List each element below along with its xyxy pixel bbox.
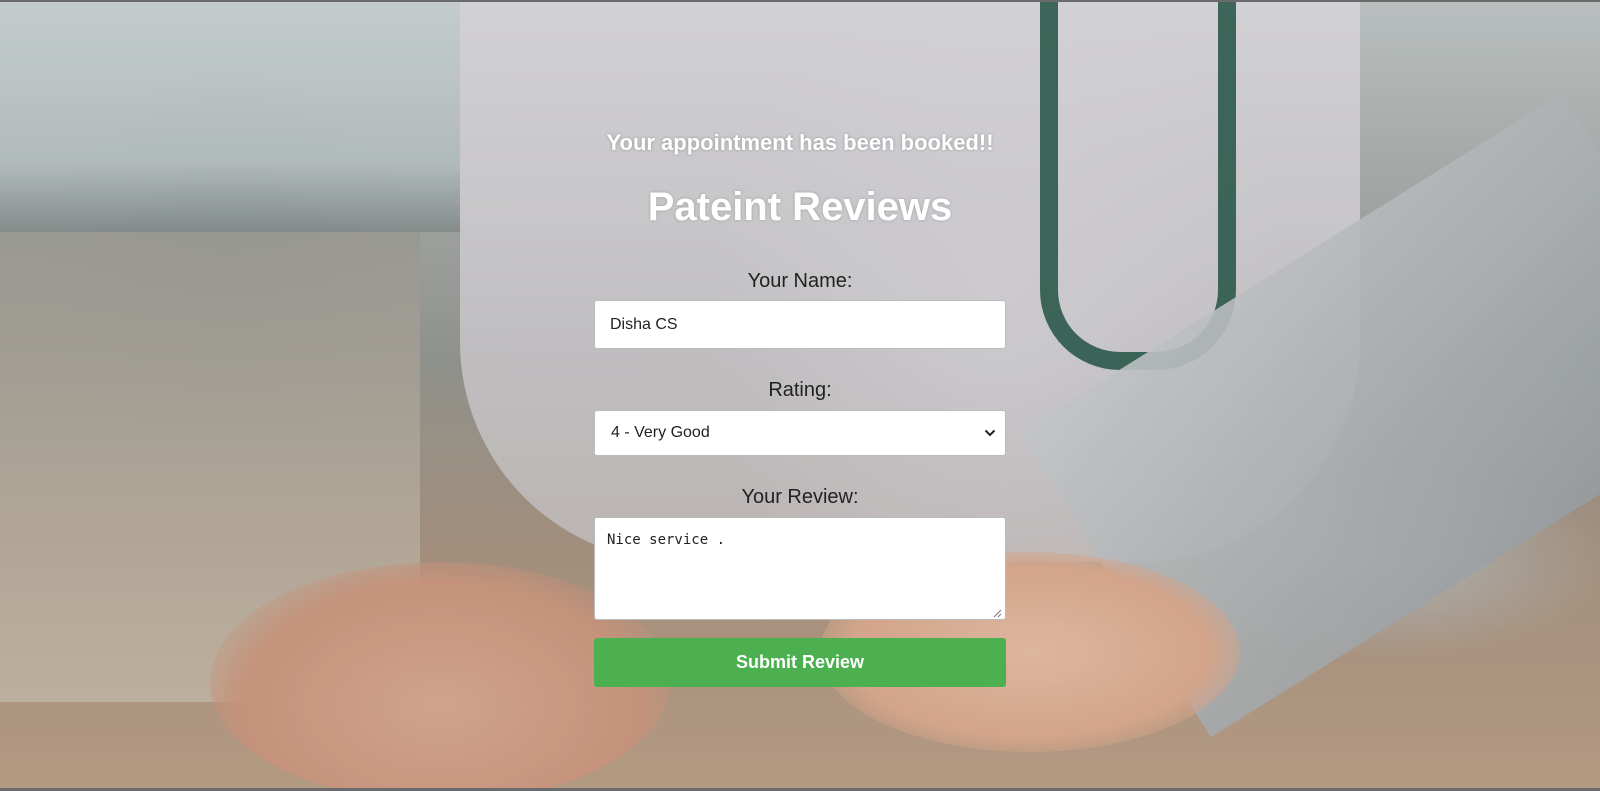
submit-review-button[interactable]: Submit Review (594, 638, 1006, 687)
resize-grip-icon[interactable] (992, 608, 1002, 618)
app-window: Your appointment has been booked!! Patei… (0, 0, 1600, 791)
rating-select[interactable]: 4 - Very Good (594, 410, 1006, 456)
chevron-down-icon (984, 429, 996, 437)
booking-confirmation-message: Your appointment has been booked!! (606, 130, 994, 155)
review-label: Your Review: (741, 486, 859, 508)
review-textarea[interactable]: Nice service . (594, 517, 1006, 620)
name-label: Your Name: (747, 270, 853, 292)
name-input[interactable] (594, 300, 1006, 349)
rating-selected-value: 4 - Very Good (611, 424, 710, 441)
rating-label: Rating: (768, 379, 832, 401)
page-title: Pateint Reviews (647, 185, 953, 229)
